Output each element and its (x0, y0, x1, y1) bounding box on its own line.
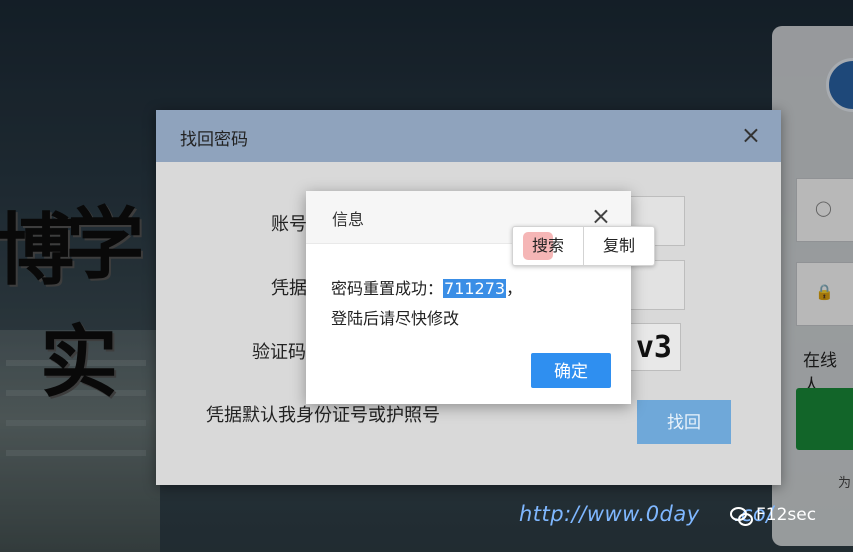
find-button[interactable]: 找回 (637, 400, 731, 444)
credential-label: 凭据 (271, 278, 307, 299)
modal-header: 找回密码 × (156, 110, 781, 162)
dialog-message: 密码重置成功：711273， 登陆后请尽快修改 (331, 274, 522, 334)
info-dialog: 信息 × 密码重置成功：711273， 登陆后请尽快修改 确定 (306, 191, 631, 404)
brand-text: F12sec (756, 505, 817, 525)
ok-button[interactable]: 确定 (531, 353, 611, 388)
search-button[interactable]: 搜索 (513, 227, 583, 265)
captcha-image[interactable]: v3 (624, 323, 681, 371)
captcha-label: 验证码 (252, 342, 306, 363)
selection-popover: 搜索 复制 (512, 226, 655, 266)
reset-password-value[interactable]: 711273 (443, 279, 507, 298)
copy-label: 复制 (602, 236, 635, 255)
close-icon[interactable]: × (741, 122, 761, 148)
modal-title: 找回密码 (180, 130, 248, 150)
copy-button[interactable]: 复制 (583, 227, 654, 265)
search-label: 搜索 (531, 236, 564, 255)
message-suffix: ， (506, 279, 523, 298)
account-label: 账号 (271, 214, 307, 235)
credential-input[interactable] (624, 260, 685, 310)
credential-hint: 凭据默认我身份证号或护照号 (206, 405, 440, 426)
wechat-icon (730, 506, 753, 526)
brand-badge: F12sec (730, 505, 817, 526)
dialog-title: 信息 (332, 210, 365, 229)
watermark-url-text: http://www.0day (519, 502, 700, 526)
message-line-2: 登陆后请尽快修改 (331, 309, 460, 328)
message-prefix: 密码重置成功： (331, 279, 444, 298)
